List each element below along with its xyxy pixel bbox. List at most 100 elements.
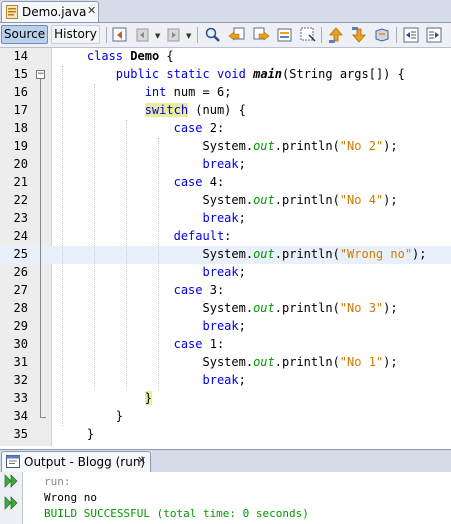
fold-guide-line [40, 79, 41, 417]
output-line: BUILD SUCCESSFUL (total time: 0 seconds) [44, 507, 309, 520]
line-number: 35 [13, 427, 28, 441]
toggle-bookmark-icon[interactable] [373, 26, 391, 44]
file-tab-demo-java[interactable]: Demo.java ✕ [1, 1, 99, 22]
line-number: 24 [13, 229, 28, 243]
find-previous-icon[interactable] [228, 26, 246, 44]
back-icon[interactable] [134, 26, 152, 44]
code-text: case 4: [173, 175, 225, 189]
rerun-with-options-icon[interactable] [3, 496, 19, 510]
code-line-20[interactable]: 20 break; [0, 156, 451, 174]
code-line-35[interactable]: 35 } [0, 426, 451, 444]
line-number: 29 [13, 319, 28, 333]
code-line-30[interactable]: 30 case 1: [0, 336, 451, 354]
indent-guide [126, 120, 127, 390]
output-window-icon [6, 455, 20, 468]
line-number: 27 [13, 283, 28, 297]
toggle-highlight-icon[interactable] [299, 26, 317, 44]
code-line-25[interactable]: 25 System.out.println("Wrong no"); [0, 246, 451, 264]
code-line-15[interactable]: 15 public static void main(String args[]… [0, 66, 451, 84]
fold-end-marker [40, 417, 46, 418]
find-icon[interactable] [204, 26, 222, 44]
line-number: 18 [13, 121, 28, 135]
toolbar-separator [396, 27, 397, 43]
line-number: 31 [13, 355, 28, 369]
line-number: 30 [13, 337, 28, 351]
code-line-24[interactable]: 24 default: [0, 228, 451, 246]
code-text: default: [173, 229, 232, 243]
shift-right-icon[interactable] [425, 26, 443, 44]
history-button[interactable]: History [51, 25, 100, 44]
code-line-18[interactable]: 18 case 2: [0, 120, 451, 138]
toolbar-separator [197, 27, 198, 43]
close-tab-icon[interactable]: ✕ [87, 4, 96, 17]
close-output-icon[interactable]: ✕ [137, 454, 146, 467]
code-text: break; [202, 265, 246, 279]
code-line-23[interactable]: 23 break; [0, 210, 451, 228]
shift-left-icon[interactable] [402, 26, 420, 44]
indent-guide [62, 66, 63, 426]
code-line-32[interactable]: 32 break; [0, 372, 451, 390]
output-tab-bar: Output - Blogg (run) ✕ [0, 449, 451, 473]
previous-bookmark-icon[interactable] [327, 26, 345, 44]
code-line-29[interactable]: 29 break; [0, 318, 451, 336]
code-line-34[interactable]: 34 } [0, 408, 451, 426]
editor-toolbar: Source History ▼ ▼ [0, 23, 451, 48]
forward-dropdown-icon[interactable]: ▼ [186, 32, 191, 40]
output-tab-label: Output - Blogg (run) [24, 455, 146, 469]
code-line-27[interactable]: 27 case 3: [0, 282, 451, 300]
line-number: 21 [13, 175, 28, 189]
code-text: class Demo { [86, 49, 174, 63]
last-edit-icon[interactable] [111, 26, 129, 44]
source-button[interactable]: Source [1, 25, 48, 44]
line-number: 33 [13, 391, 28, 405]
line-number: 22 [13, 193, 28, 207]
indent-guide [94, 84, 95, 390]
code-text: case 3: [173, 283, 225, 297]
code-text: } [58, 427, 95, 441]
code-text: break; [202, 157, 246, 171]
file-tab-label: Demo.java [22, 5, 87, 19]
forward-icon[interactable] [165, 26, 183, 44]
code-line-26[interactable]: 26 break; [0, 264, 451, 282]
code-editor[interactable]: 14 class Demo {15 public static void mai… [0, 48, 451, 446]
find-selection-icon[interactable] [276, 26, 294, 44]
output-line: run: [44, 475, 71, 488]
line-number: 26 [13, 265, 28, 279]
code-text: switch (num) { [144, 103, 246, 117]
code-text: break; [202, 211, 246, 225]
line-number: 15 [13, 67, 28, 81]
code-text: case 1: [173, 337, 225, 351]
line-number: 28 [13, 301, 28, 315]
toolbar-separator [106, 27, 107, 43]
output-line: Wrong no [44, 491, 97, 504]
code-line-17[interactable]: 17 switch (num) { [0, 102, 451, 120]
code-text: System.out.println("No 4"); [58, 193, 398, 207]
code-line-31[interactable]: 31 System.out.println("No 1"); [0, 354, 451, 372]
next-bookmark-icon[interactable] [350, 26, 368, 44]
rerun-icon[interactable] [3, 474, 19, 488]
code-text: System.out.println("No 2"); [58, 139, 398, 153]
line-number: 23 [13, 211, 28, 225]
fold-toggle-icon[interactable]: − [36, 70, 45, 79]
output-sidebar [0, 472, 23, 524]
line-number: 34 [13, 409, 28, 423]
line-number: 14 [13, 49, 28, 63]
back-dropdown-icon[interactable]: ▼ [155, 32, 160, 40]
code-line-16[interactable]: 16 int num = 6; [0, 84, 451, 102]
code-line-28[interactable]: 28 System.out.println("No 3"); [0, 300, 451, 318]
code-text: int num = 6; [144, 85, 232, 99]
find-next-icon[interactable] [252, 26, 270, 44]
code-text: } [58, 409, 124, 423]
code-line-33[interactable]: 33 } [0, 390, 451, 408]
code-text: break; [202, 319, 246, 333]
indent-guide [158, 138, 159, 390]
code-line-19[interactable]: 19 System.out.println("No 2"); [0, 138, 451, 156]
line-number: 20 [13, 157, 28, 171]
toolbar-separator [321, 27, 322, 43]
code-line-21[interactable]: 21 case 4: [0, 174, 451, 192]
code-line-22[interactable]: 22 System.out.println("No 4"); [0, 192, 451, 210]
output-tab[interactable]: Output - Blogg (run) ✕ [1, 451, 151, 472]
code-line-14[interactable]: 14 class Demo { [0, 48, 451, 66]
line-number: 25 [13, 247, 28, 261]
code-text: System.out.println("No 1"); [58, 355, 398, 369]
